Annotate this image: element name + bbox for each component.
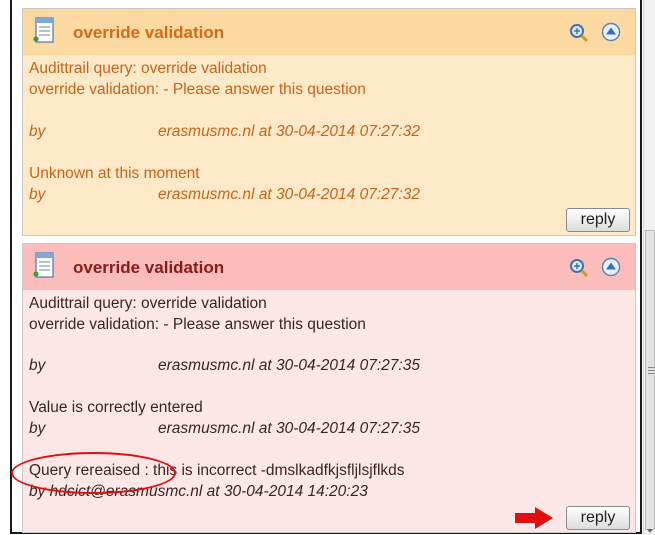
scrollbar-thumb[interactable] [645, 230, 655, 530]
message-byline: by erasmusmc.nl at 30-04-2014 07:27:35 [29, 420, 420, 438]
message-text: Unknown at this moment [29, 165, 200, 182]
reply-button[interactable]: reply [566, 506, 630, 530]
byline-prefix: by [29, 357, 46, 374]
document-icon [33, 252, 54, 278]
query-line: Audittrail query: override validation [29, 60, 267, 77]
collapse-up-icon[interactable] [601, 257, 621, 277]
query-line: Audittrail query: override validation [29, 295, 267, 312]
byline-prefix: by [29, 420, 46, 437]
byline-prefix: by [29, 123, 46, 140]
byline-prefix: by [29, 186, 46, 203]
message-byline: by erasmusmc.nl at 30-04-2014 07:27:32 [29, 186, 420, 204]
document-icon [33, 17, 54, 43]
message-byline: by erasmusmc.nl at 30-04-2014 07:27:32 [29, 123, 420, 141]
query-line: override validation: - Please answer thi… [29, 81, 366, 98]
byline-author: erasmusmc.nl at 30-04-2014 07:27:35 [158, 420, 420, 437]
byline-author: erasmusmc.nl at 30-04-2014 07:27:32 [158, 186, 420, 203]
red-arrow-icon [515, 507, 553, 529]
collapse-up-icon[interactable] [601, 22, 621, 42]
message-text: Value is correctly entered [29, 399, 203, 416]
thread-header: override validation [23, 9, 635, 55]
zoom-icon[interactable] [569, 23, 589, 43]
scroll-down-icon[interactable] [647, 529, 653, 533]
thread-title: override validation [73, 23, 225, 42]
message-byline: by erasmusmc.nl at 30-04-2014 07:27:35 [29, 357, 420, 375]
query-thread-1: override validation Audittrail query: ov… [22, 8, 636, 236]
thread-header: override validation [23, 244, 635, 290]
zoom-icon[interactable] [569, 258, 589, 278]
query-line: override validation: - Please answer thi… [29, 316, 366, 333]
reply-button[interactable]: reply [566, 208, 630, 232]
vertical-scrollbar[interactable] [643, 0, 655, 535]
query-thread-2: override validation Audittrail query: ov… [11, 243, 636, 533]
byline-author: erasmusmc.nl at 30-04-2014 07:27:35 [158, 357, 420, 374]
annotation-circle [11, 452, 176, 494]
byline-author: erasmusmc.nl at 30-04-2014 07:27:32 [158, 123, 420, 140]
thread-title: override validation [73, 258, 225, 277]
